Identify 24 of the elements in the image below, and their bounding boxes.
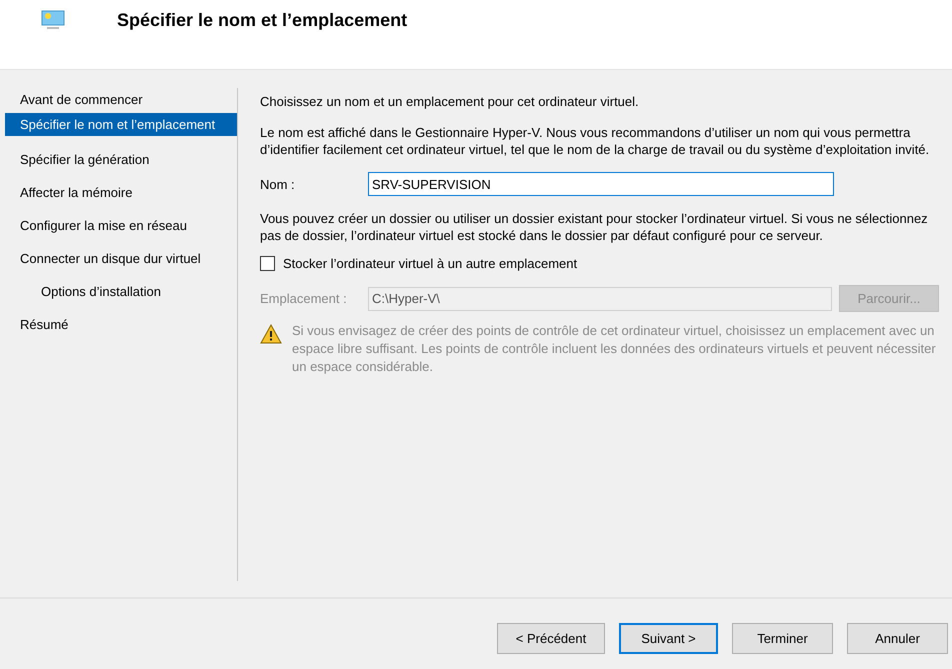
wizard-button[interactable]: Terminer [732,623,833,654]
wizard-step[interactable]: Configurer la mise en réseau [5,214,237,237]
wizard-step[interactable]: Spécifier la génération [5,148,237,171]
monitor-icon [41,10,65,30]
checkbox-label: Stocker l’ordinateur virtuel à un autre emplacement [283,256,578,271]
wizard-button[interactable]: Suivant > [619,623,718,654]
wizard-button[interactable]: < Précédent [497,623,605,654]
wizard-step[interactable]: Spécifier le nom et l’emplacement [5,113,237,136]
intro-text: Choisissez un nom et un emplacement pour cet ordinateur virtuel. [260,93,640,110]
warning-icon [260,324,282,344]
checkbox[interactable] [260,256,275,271]
wizard-step[interactable]: Options d’installation [5,280,237,303]
wizard-step[interactable]: Connecter un disque dur virtuel [5,247,237,270]
wizard-step[interactable]: Avant de commencer [5,88,237,111]
name-label: Nom : [260,176,296,192]
wizard-button[interactable]: Annuler [847,623,948,654]
folder-text: Vous pouvez créer un dossier ou utiliser un dossier existant pour stocker l’ordinateur virtuel. Si vous ne sélectionnez pas de dossier, l’ordinateur virtuel est stocké dans le dossier par défaut configuré pour ce serveur. [260,210,929,244]
name-field[interactable]: SRV-SUPERVISION [368,172,834,196]
description-text: Le nom est affiché dans le Gestionnaire Hyper-V. Nous vous recommandons d’utiliser un nom qui vous permettra d’identifier facilement cet ordinateur virtuel, tel que le nom de la charge de travail ou du système d’exploitation invité. [260,124,930,158]
wizard-step[interactable]: Résumé [5,313,237,336]
page-title: Spécifier le nom et l’emplacement [117,10,408,31]
wizard-step[interactable]: Affecter la mémoire [5,181,237,204]
warning-text: Si vous envisagez de créer des points de contrôle de cet ordinateur virtuel, choisissez un emplacement avec un espace libre suffisant. Les points de contrôle incluent les données des ordinateurs virtuels et peuvent nécessiter un espace considérable. [292,322,937,376]
location-label: Emplacement : [260,291,348,306]
